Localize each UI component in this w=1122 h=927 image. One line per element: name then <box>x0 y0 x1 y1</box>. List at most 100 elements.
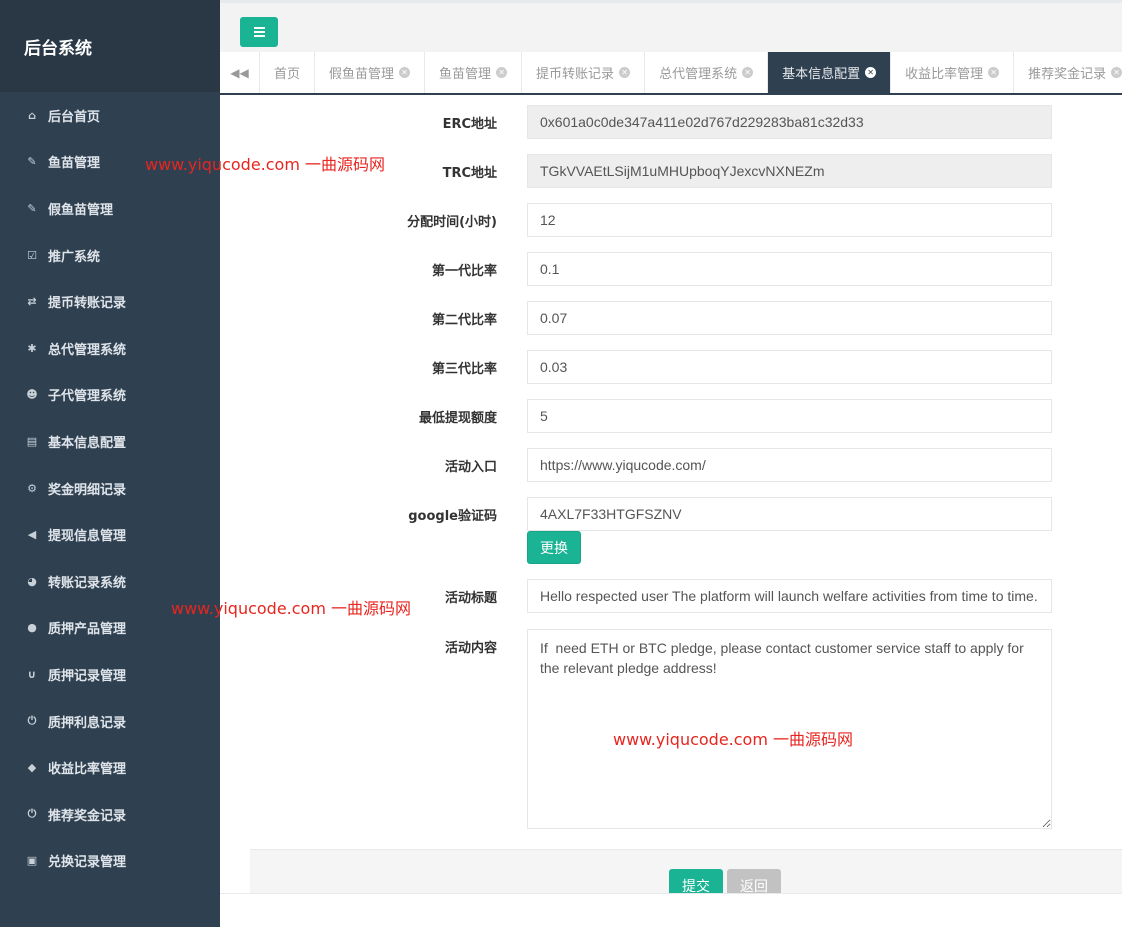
activity-entry-input[interactable] <box>527 448 1052 482</box>
hours-label: 分配时间(小时) <box>407 215 497 230</box>
tab-item[interactable]: 假鱼苗管理 ✕ <box>315 52 426 93</box>
cogs-icon: ⚙ <box>27 481 37 495</box>
tab-item[interactable]: 提币转账记录 ✕ <box>522 52 646 93</box>
sidebar-item[interactable]: ◀ 提现信息管理 <box>0 511 220 558</box>
sidebar-item-label: 兑换记录管理 <box>48 855 127 871</box>
config-form: ERC地址 TRC地址 分配时间(小时) 第一代比率 第二代比率 第三代比率 最… <box>220 95 1122 893</box>
sidebar-nav: ⌂ 后台首页 ✎ 鱼苗管理 ✎ 假鱼苗管理 ☑ 推广系统 ⇄ 提币转账记录 ✱ 总代管理系统 ☻ 子代管理… <box>0 92 220 884</box>
wrench-icon: ✎ <box>27 155 37 169</box>
sidebar-item[interactable]: ⇄ 提币转账记录 <box>0 278 220 325</box>
watermark-text: www.yiqucode.com 一曲源码网 <box>171 599 412 618</box>
tab-label: 收益比率管理 <box>905 67 984 82</box>
entry-label: 活动入口 <box>444 460 497 475</box>
back-button[interactable]: 返回 <box>727 869 781 893</box>
tab-label: 总代管理系统 <box>659 67 738 82</box>
sidebar-item-label: 奖金明细记录 <box>48 482 127 498</box>
comment-icon: ● <box>27 621 37 635</box>
menu-toggle-button[interactable] <box>240 17 278 47</box>
brand-title: 后台系统 <box>0 0 220 92</box>
tab-item[interactable]: 基本信息配置 ✕ <box>768 52 892 93</box>
tab-label: 推荐奖金记录 <box>1028 67 1107 82</box>
hours-input[interactable] <box>527 203 1052 237</box>
change-code-button[interactable]: 更换 <box>527 531 581 564</box>
sidebar-item-label: 假鱼苗管理 <box>48 202 114 218</box>
close-icon[interactable]: ✕ <box>1111 67 1122 78</box>
page-bottom <box>220 893 1122 927</box>
close-icon[interactable]: ✕ <box>988 67 1000 78</box>
activity-title-input[interactable] <box>527 579 1052 613</box>
tab-item[interactable]: 鱼苗管理 ✕ <box>425 52 523 93</box>
gen2-label: 第二代比率 <box>431 313 497 328</box>
shuffle-icon: ⇄ <box>27 295 37 309</box>
tab-item[interactable]: 收益比率管理 ✕ <box>891 52 1015 93</box>
sidebar-item[interactable]: ☑ 推广系统 <box>0 232 220 279</box>
sidebar-item[interactable]: ✱ 总代管理系统 <box>0 325 220 372</box>
tab-item[interactable]: 推荐奖金记录 ✕ <box>1014 52 1122 93</box>
sidebar-item[interactable]: ⚙ 奖金明细记录 <box>0 465 220 512</box>
sidebar-item-label: 后台首页 <box>48 109 101 125</box>
sidebar-item[interactable]: ◆ 收益比率管理 <box>0 744 220 791</box>
file-icon: ▤ <box>26 434 38 448</box>
sidebar-item-label: 提币转账记录 <box>48 296 127 312</box>
min-withdraw-label: 最低提现额度 <box>418 411 497 426</box>
sidebar-item-label: 推荐奖金记录 <box>48 808 127 824</box>
close-icon[interactable]: ✕ <box>865 67 877 78</box>
content-label: 活动内容 <box>444 641 497 656</box>
sidebar-item-label: 基本信息配置 <box>48 435 127 451</box>
erc-address-input[interactable] <box>527 105 1052 139</box>
power-icon: ⏻ <box>27 714 37 728</box>
sidebar-item[interactable]: ⏻ 质押利息记录 <box>0 698 220 745</box>
close-icon[interactable]: ✕ <box>619 67 631 78</box>
tab-label: 基本信息配置 <box>782 67 861 82</box>
trc-address-input[interactable] <box>527 154 1052 188</box>
close-icon[interactable]: ✕ <box>742 67 754 78</box>
sidebar-item[interactable]: ▣ 兑换记录管理 <box>0 838 220 885</box>
dashboard-icon: ◕ <box>27 574 37 588</box>
hamburger-icon <box>253 27 265 29</box>
sidebar-item-label: 收益比率管理 <box>48 762 127 778</box>
tab-item[interactable]: 首页 <box>260 52 316 93</box>
tab-label: 提币转账记录 <box>536 67 615 82</box>
min-withdraw-input[interactable] <box>527 399 1052 433</box>
sidebar-item[interactable]: ∪ 质押记录管理 <box>0 651 220 698</box>
gen1-rate-input[interactable] <box>527 252 1052 286</box>
tabs-scroll-left-button[interactable]: ◀◀ <box>220 52 260 93</box>
sidebar-item[interactable]: ☻ 子代管理系统 <box>0 372 220 419</box>
sidebar-item-label: 推广系统 <box>48 249 101 265</box>
google-code-input[interactable] <box>527 497 1052 531</box>
sidebar-item-label: 质押利息记录 <box>48 715 127 731</box>
watermark-text: www.yiqucode.com 一曲源码网 <box>613 730 854 749</box>
tab-item[interactable]: 总代管理系统 ✕ <box>645 52 769 93</box>
sidebar-item-label: 提现信息管理 <box>48 529 127 545</box>
sidebar-item[interactable]: ⌂ 后台首页 <box>0 92 220 139</box>
top-bar <box>220 0 1122 52</box>
google-label: google验证码 <box>408 509 497 524</box>
submit-button[interactable]: 提交 <box>669 869 723 893</box>
erc-label: ERC地址 <box>442 117 497 132</box>
page-tabs: ◀◀ 首页 假鱼苗管理 ✕ 鱼苗管理 ✕ 提币转账记录 ✕ 总代管理系统 ✕ 基本信息配置 ✕ 收益比… <box>220 52 1122 95</box>
tab-label: 鱼苗管理 <box>439 67 492 82</box>
close-icon[interactable]: ✕ <box>496 67 508 78</box>
sidebar-item-label: 转账记录系统 <box>48 575 127 591</box>
users-icon: ☻ <box>26 388 38 402</box>
sidebar-item-label: 质押产品管理 <box>48 622 127 638</box>
sidebar-item[interactable]: ✎ 假鱼苗管理 <box>0 185 220 232</box>
tab-label: 首页 <box>274 67 301 82</box>
sidebar-item[interactable]: ⏻ 推荐奖金记录 <box>0 791 220 838</box>
sidebar-item[interactable]: ▤ 基本信息配置 <box>0 418 220 465</box>
sidebar-item-label: 子代管理系统 <box>48 389 127 405</box>
sidebar-item-label: 总代管理系统 <box>48 342 127 358</box>
shield-icon: ◆ <box>27 761 37 775</box>
form-actions: 提交 返回 <box>250 849 1122 893</box>
home-icon: ⌂ <box>28 108 36 122</box>
magnet-icon: ∪ <box>27 667 37 681</box>
power-icon: ⏻ <box>27 807 37 821</box>
gen2-rate-input[interactable] <box>527 301 1052 335</box>
gen3-rate-input[interactable] <box>527 350 1052 384</box>
watermark-text: www.yiqucode.com 一曲源码网 <box>145 155 386 174</box>
close-icon[interactable]: ✕ <box>399 67 411 78</box>
wrench-icon: ✎ <box>27 201 37 215</box>
asterisk-icon: ✱ <box>27 341 37 355</box>
double-chevron-left-icon: ◀◀ <box>230 65 249 80</box>
gen1-label: 第一代比率 <box>431 264 497 279</box>
